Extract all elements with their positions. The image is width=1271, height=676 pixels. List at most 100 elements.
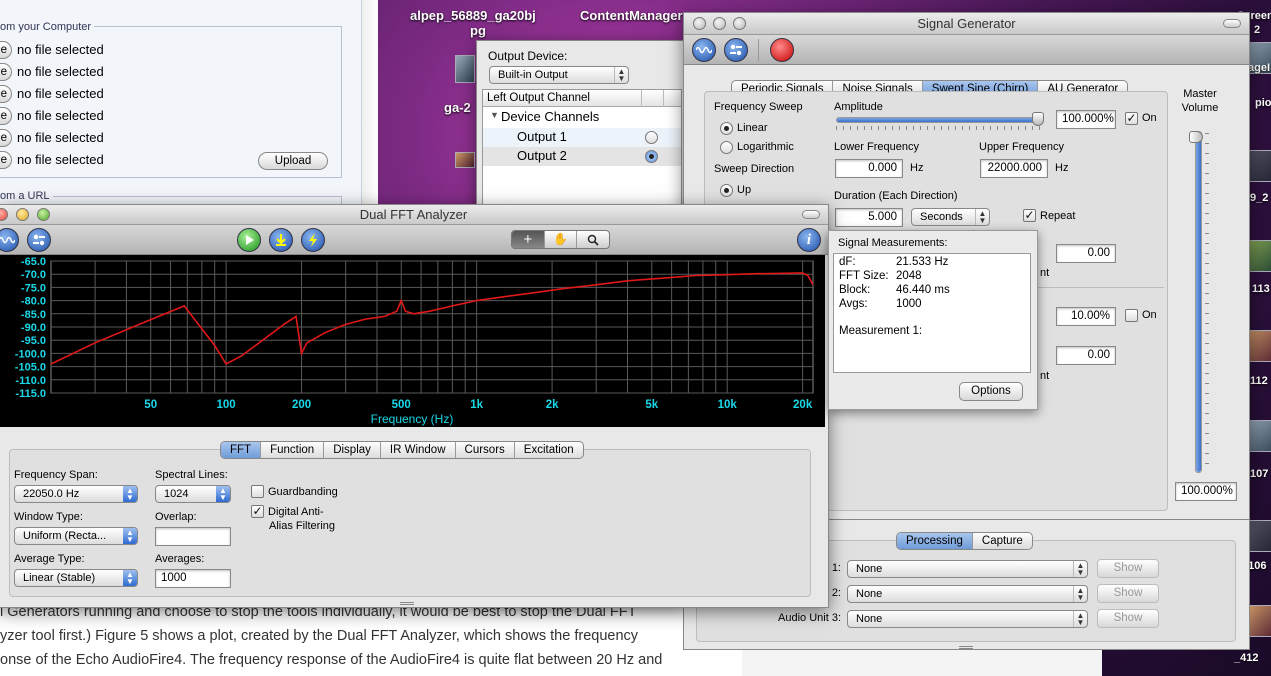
lower-frequency-label: Lower Frequency — [834, 141, 919, 153]
show-button[interactable]: Show — [1097, 609, 1159, 628]
magnifier-icon[interactable] — [576, 231, 609, 248]
desktop-icon-label[interactable]: ContentManager — [580, 8, 683, 23]
lower-frequency-field[interactable]: 0.000 — [835, 159, 903, 178]
upload-button[interactable]: Upload — [258, 152, 328, 170]
waveform-icon[interactable] — [0, 228, 19, 252]
duration-unit-select[interactable]: Seconds ▲ ▼ — [911, 208, 990, 226]
window-type-label: Window Type: — [14, 511, 83, 523]
duration-field[interactable]: 5.000 — [835, 208, 903, 227]
scrollbar[interactable] — [362, 0, 378, 210]
options-button[interactable]: Options — [959, 382, 1023, 401]
fft-plot[interactable]: -65.0-70.0-75.0 -80.0-85.0-90.0-95.0-100.… — [0, 255, 825, 449]
download-arrow-icon[interactable] — [269, 228, 293, 252]
tool-selector: + ✋ — [511, 230, 610, 249]
master-volume-field[interactable]: 100.000% — [1175, 482, 1237, 501]
frequency-span-label: Frequency Span: — [14, 469, 98, 481]
toolbar-toggle-icon[interactable] — [802, 210, 820, 219]
play-icon[interactable] — [237, 228, 261, 252]
master-volume-thumb[interactable] — [1189, 131, 1203, 143]
analyzer-tabs: FFT Function Display IR Window Cursors E… — [220, 441, 584, 459]
file-icon[interactable] — [455, 152, 475, 168]
value-field[interactable]: 0.00 — [1056, 346, 1116, 365]
y-tick-label: -105.0 — [15, 362, 46, 374]
averages-field[interactable]: 1000 — [155, 569, 231, 588]
close-icon[interactable] — [0, 208, 8, 221]
show-button[interactable]: Show — [1097, 584, 1159, 603]
list-item[interactable]: Output 1 — [483, 128, 681, 147]
minimize-icon[interactable] — [713, 17, 726, 30]
x-axis-label: Frequency (Hz) — [371, 412, 454, 426]
measurement-key: dF: — [839, 256, 856, 268]
spectral-lines-select[interactable]: 1024 ▲ ▼ — [155, 485, 231, 503]
file-status: no file selected — [17, 130, 104, 145]
linear-radio[interactable] — [720, 122, 733, 135]
repeat-checkbox[interactable]: ✓ — [1023, 209, 1036, 222]
window-titlebar[interactable]: Signal Generator — [684, 13, 1249, 35]
tab-cursors[interactable]: Cursors — [456, 442, 515, 458]
value-field[interactable]: 10.00% — [1056, 307, 1116, 326]
tab-display[interactable]: Display — [324, 442, 381, 458]
resize-grip-icon[interactable] — [400, 602, 414, 605]
file-status: no file selected — [17, 64, 104, 79]
amplitude-on-checkbox[interactable]: ✓ — [1125, 112, 1138, 125]
logarithmic-label: Logarithmic — [737, 141, 794, 153]
zoom-icon[interactable] — [37, 208, 50, 221]
measurement-value: 1000 — [896, 298, 922, 310]
overlap-field[interactable] — [155, 527, 231, 546]
file-status: no file selected — [17, 108, 104, 123]
tab-capture[interactable]: Capture — [973, 533, 1032, 549]
amplitude-slider[interactable] — [836, 117, 1044, 123]
close-icon[interactable] — [693, 17, 706, 30]
crosshair-icon[interactable]: + — [512, 231, 544, 248]
tab-ir-window[interactable]: IR Window — [381, 442, 456, 458]
resize-grip-icon[interactable] — [959, 646, 973, 649]
logarithmic-radio[interactable] — [720, 141, 733, 154]
master-volume-label: Volume — [1181, 102, 1219, 114]
averages-label: Averages: — [155, 553, 205, 565]
settings-icon[interactable] — [27, 228, 51, 252]
audio-unit-select[interactable]: None ▲ ▼ — [847, 610, 1088, 628]
value-field[interactable]: 0.00 — [1056, 244, 1116, 263]
upper-frequency-field[interactable]: 22000.000 — [980, 159, 1048, 178]
settings-icon[interactable] — [724, 38, 748, 62]
minimize-icon[interactable] — [16, 208, 29, 221]
channel-radio-selected[interactable] — [645, 150, 658, 163]
toolbar-toggle-icon[interactable] — [1223, 19, 1241, 28]
digital-anti-alias-checkbox[interactable]: ✓ — [251, 505, 264, 518]
desktop-icon-label[interactable]: ga-2 — [444, 100, 471, 115]
hand-icon[interactable]: ✋ — [543, 231, 577, 248]
show-button[interactable]: Show — [1097, 559, 1159, 578]
average-type-select[interactable]: Linear (Stable) ▲ ▼ — [14, 569, 138, 587]
channel-radio[interactable] — [645, 131, 658, 144]
audio-unit-select[interactable]: None ▲ ▼ — [847, 585, 1088, 603]
lightning-icon[interactable] — [301, 228, 325, 252]
desktop-icon-label[interactable]: alpep_56889_ga20bj — [410, 8, 536, 23]
record-icon[interactable] — [770, 38, 794, 62]
tab-processing[interactable]: Processing — [897, 533, 973, 549]
list-header[interactable]: Left Output Channel — [483, 90, 681, 107]
tab-fft[interactable]: FFT — [221, 442, 262, 458]
amplitude-slider-thumb[interactable] — [1032, 112, 1044, 126]
file-icon[interactable] — [455, 55, 475, 83]
disclosure-triangle-icon[interactable]: ▼ — [490, 110, 499, 120]
audio-unit-select[interactable]: None ▲ ▼ — [847, 560, 1088, 578]
frequency-span-select[interactable]: 22050.0 Hz ▲ ▼ — [14, 485, 138, 503]
article-line: onse of the Echo AudioFire4. The frequen… — [0, 652, 663, 668]
tab-excitation[interactable]: Excitation — [515, 442, 583, 458]
linear-label: Linear — [737, 122, 768, 134]
window-titlebar[interactable]: Dual FFT Analyzer — [0, 205, 828, 225]
truncated-label: nt — [1040, 370, 1050, 382]
amplitude-field[interactable]: 100.000% — [1056, 110, 1116, 129]
up-radio[interactable] — [720, 184, 733, 197]
list-item[interactable]: Output 2 — [483, 147, 681, 166]
window-type-select[interactable]: Uniform (Recta... ▲ ▼ — [14, 527, 138, 545]
tab-function[interactable]: Function — [261, 442, 325, 458]
info-icon[interactable]: i — [797, 228, 821, 252]
x-tick-label: 100 — [217, 399, 236, 411]
guardbanding-checkbox[interactable] — [251, 485, 264, 498]
output-device-select[interactable]: Built-in Output ▲ ▼ — [489, 66, 629, 84]
on-checkbox[interactable] — [1125, 309, 1138, 322]
waveform-icon[interactable] — [692, 38, 716, 62]
master-volume-slider[interactable] — [1195, 131, 1202, 473]
zoom-icon[interactable] — [733, 17, 746, 30]
